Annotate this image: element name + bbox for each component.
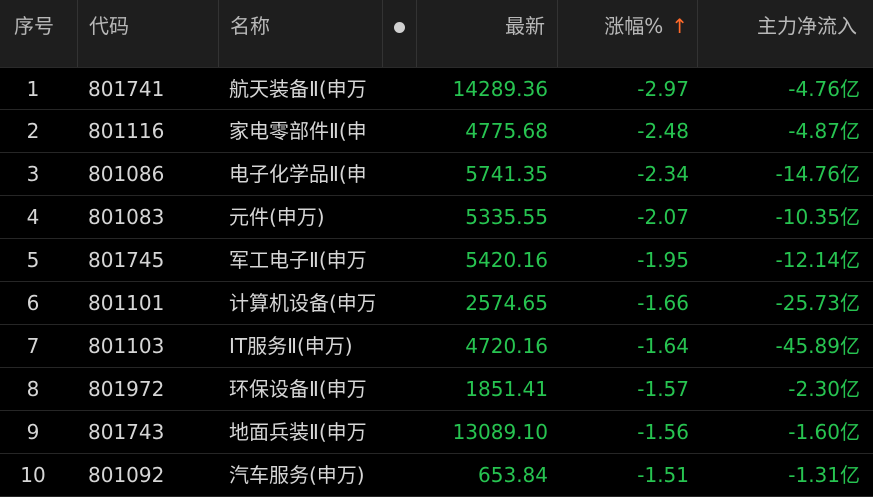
table-row[interactable]: 1 801741 航天装备Ⅱ(申万 14289.36 -2.97 -4.76亿 — [0, 68, 873, 110]
latest-price: 14289.36 — [452, 77, 548, 101]
row-index: 10 — [20, 463, 46, 487]
column-header-change-label: 涨幅% — [604, 14, 664, 38]
main-net-inflow: -4.76亿 — [788, 77, 860, 101]
latest-price: 5420.16 — [465, 248, 548, 272]
column-divider — [77, 0, 78, 67]
row-index: 3 — [26, 162, 40, 186]
main-net-inflow: -25.73亿 — [775, 291, 860, 315]
main-net-inflow: -14.76亿 — [775, 162, 860, 186]
table-row[interactable]: 7 801103 IT服务Ⅱ(申万) 4720.16 -1.64 -45.89亿 — [0, 325, 873, 368]
table-row[interactable]: 10 801092 汽车服务(申万) 653.84 -1.51 -1.31亿 — [0, 454, 873, 497]
sector-code: 801972 — [88, 377, 165, 401]
column-header-change[interactable]: 涨幅% ↑ — [560, 0, 688, 67]
change-percent: -2.48 — [637, 119, 689, 143]
sector-name: 电子化学品Ⅱ(申 — [229, 162, 367, 186]
sector-code: 801743 — [88, 420, 165, 444]
change-percent: -2.97 — [637, 77, 689, 101]
table-row[interactable]: 6 801101 计算机设备(申万 2574.65 -1.66 -25.73亿 — [0, 282, 873, 325]
change-percent: -1.57 — [637, 377, 689, 401]
row-index: 5 — [26, 248, 40, 272]
change-percent: -2.07 — [637, 205, 689, 229]
table-row[interactable]: 9 801743 地面兵装Ⅱ(申万 13089.10 -1.56 -1.60亿 — [0, 411, 873, 454]
latest-price: 4775.68 — [465, 119, 548, 143]
change-percent: -1.56 — [637, 420, 689, 444]
latest-price: 4720.16 — [465, 334, 548, 358]
column-divider — [697, 0, 698, 67]
change-percent: -1.95 — [637, 248, 689, 272]
row-index: 8 — [26, 377, 40, 401]
row-index: 6 — [26, 291, 40, 315]
sector-list: 1 801741 航天装备Ⅱ(申万 14289.36 -2.97 -4.76亿 … — [0, 68, 873, 497]
row-index: 2 — [26, 119, 40, 143]
table-row[interactable]: 2 801116 家电零部件Ⅱ(申 4775.68 -2.48 -4.87亿 — [0, 110, 873, 153]
row-index: 1 — [26, 77, 40, 101]
latest-price: 653.84 — [478, 463, 548, 487]
sector-name: 地面兵装Ⅱ(申万 — [229, 420, 367, 444]
sector-code: 801745 — [88, 248, 165, 272]
sector-name: IT服务Ⅱ(申万) — [229, 334, 353, 358]
table-row[interactable]: 5 801745 军工电子Ⅱ(申万 5420.16 -1.95 -12.14亿 — [0, 239, 873, 282]
change-percent: -1.64 — [637, 334, 689, 358]
table-row[interactable]: 8 801972 环保设备Ⅱ(申万 1851.41 -1.57 -2.30亿 — [0, 368, 873, 411]
row-index: 9 — [26, 420, 40, 444]
column-divider — [218, 0, 219, 67]
sector-name: 航天装备Ⅱ(申万 — [229, 77, 367, 101]
sector-code: 801086 — [88, 162, 165, 186]
main-net-inflow: -1.31亿 — [788, 463, 860, 487]
sector-name: 家电零部件Ⅱ(申 — [229, 119, 367, 143]
sector-code: 801101 — [88, 291, 165, 315]
main-net-inflow: -4.87亿 — [788, 119, 860, 143]
change-percent: -2.34 — [637, 162, 689, 186]
sector-name: 环保设备Ⅱ(申万 — [229, 377, 367, 401]
latest-price: 13089.10 — [452, 420, 548, 444]
main-net-inflow: -1.60亿 — [788, 420, 860, 444]
column-divider — [416, 0, 417, 67]
change-percent: -1.51 — [637, 463, 689, 487]
latest-price: 5335.55 — [465, 205, 548, 229]
latest-price: 5741.35 — [465, 162, 548, 186]
sector-code: 801116 — [88, 119, 165, 143]
column-header-main-flow[interactable]: 主力净流入 — [700, 0, 857, 67]
dot-icon — [394, 22, 405, 33]
table-header: 序号 代码 名称 最新 涨幅% ↑ 主力净流入 — [0, 0, 873, 68]
column-divider — [557, 0, 558, 67]
main-net-inflow: -10.35亿 — [775, 205, 860, 229]
sort-ascending-icon: ↑ — [671, 14, 688, 38]
column-header-name[interactable]: 名称 — [230, 0, 270, 67]
main-net-inflow: -12.14亿 — [775, 248, 860, 272]
sector-name: 计算机设备(申万 — [229, 291, 375, 315]
table-row[interactable]: 3 801086 电子化学品Ⅱ(申 5741.35 -2.34 -14.76亿 — [0, 153, 873, 196]
main-net-inflow: -2.30亿 — [788, 377, 860, 401]
table-row[interactable]: 4 801083 元件(申万) 5335.55 -2.07 -10.35亿 — [0, 196, 873, 239]
sector-name: 军工电子Ⅱ(申万 — [229, 248, 367, 272]
main-net-inflow: -45.89亿 — [775, 334, 860, 358]
column-header-code[interactable]: 代码 — [89, 0, 129, 67]
sector-name: 元件(申万) — [229, 205, 325, 229]
change-percent: -1.66 — [637, 291, 689, 315]
column-settings-button[interactable] — [383, 0, 416, 67]
latest-price: 1851.41 — [465, 377, 548, 401]
column-header-index[interactable]: 序号 — [14, 0, 54, 67]
sector-code: 801741 — [88, 77, 165, 101]
sector-code: 801092 — [88, 463, 165, 487]
sector-code: 801083 — [88, 205, 165, 229]
column-header-latest[interactable]: 最新 — [420, 0, 545, 67]
sector-code: 801103 — [88, 334, 165, 358]
latest-price: 2574.65 — [465, 291, 548, 315]
row-index: 7 — [26, 334, 40, 358]
row-index: 4 — [26, 205, 40, 229]
sector-name: 汽车服务(申万) — [229, 463, 365, 487]
